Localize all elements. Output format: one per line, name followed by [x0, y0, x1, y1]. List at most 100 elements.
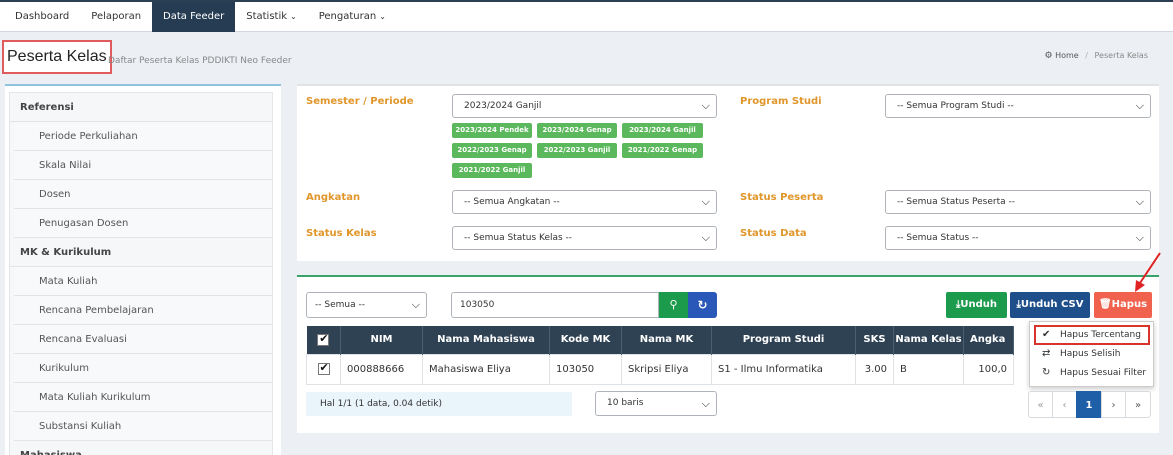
sidebar-item-mata-kuliah[interactable]: Mata Kuliah: [14, 267, 272, 296]
column-header[interactable]: Kode MK: [549, 326, 622, 354]
status-data-label: Status Data: [740, 228, 807, 239]
column-header[interactable]: Program Studi: [711, 326, 856, 354]
breadcrumb: ⚙ Home / Peserta Kelas: [1044, 51, 1148, 61]
search-button[interactable]: ⚲: [659, 292, 688, 318]
column-header[interactable]: Angka: [963, 326, 1014, 354]
check-icon: ✔: [319, 361, 329, 374]
menu-hapus-selisih-label: Hapus Selisih: [1060, 349, 1121, 359]
program-studi-value: -- Semua Program Studi --: [897, 101, 1014, 111]
nav-pelaporan[interactable]: Pelaporan: [80, 2, 152, 32]
chevron-down-icon: ⌵: [701, 195, 710, 208]
status-kelas-select[interactable]: -- Semua Status Kelas -- ⌵: [452, 226, 717, 250]
table-row[interactable]: ✔ 000888666 Mahasiswa Eliya 103050 Skrip…: [306, 353, 1014, 385]
breadcrumb-separator: /: [1085, 51, 1088, 60]
page-title: Peserta Kelas: [2, 40, 112, 74]
chip-semester[interactable]: 2022/2023 Genap: [452, 143, 532, 158]
menu-hapus-tercentang-label: Hapus Tercentang: [1060, 330, 1141, 340]
angkatan-select[interactable]: -- Semua Angkatan -- ⌵: [452, 190, 717, 214]
semester-select[interactable]: 2023/2024 Ganjil ⌵: [452, 94, 717, 118]
unduh-csv-button[interactable]: ⤓Unduh CSV: [1010, 292, 1090, 318]
check-icon: ✔: [1042, 329, 1051, 340]
search-input[interactable]: 103050: [451, 292, 659, 318]
column-header[interactable]: Nama Kelas: [893, 326, 964, 354]
next-page-button[interactable]: ›: [1101, 391, 1126, 418]
breadcrumb-home[interactable]: Home: [1055, 51, 1079, 60]
annotation-arrow: [1135, 252, 1161, 292]
cell-nama-kelas: B: [893, 353, 964, 385]
menu-hapus-selisih[interactable]: ⇄ Hapus Selisih: [1042, 345, 1120, 363]
unduh-button[interactable]: ⤓Unduh: [946, 292, 1007, 318]
chip-semester[interactable]: 2021/2022 Ganjil: [452, 163, 532, 178]
chip-semester[interactable]: 2021/2022 Genap: [622, 143, 703, 158]
first-page-button[interactable]: «: [1028, 391, 1053, 418]
last-page-button[interactable]: »: [1125, 391, 1151, 418]
column-header[interactable]: Nama Mahasiswa: [422, 326, 550, 354]
column-header[interactable]: Nama MK: [621, 326, 712, 354]
nav-pengaturan[interactable]: Pengaturan ⌄: [308, 2, 397, 32]
chip-semester[interactable]: 2023/2024 Pendek: [452, 123, 532, 138]
column-header[interactable]: NIM: [340, 326, 423, 354]
menu-hapus-sesuai-filter-label: Hapus Sesuai Filter: [1060, 368, 1147, 378]
angkatan-value: -- Semua Angkatan --: [464, 197, 560, 207]
status-kelas-value: -- Semua Status Kelas --: [464, 233, 573, 243]
sidebar-item-penugasan-dosen[interactable]: Penugasan Dosen: [14, 209, 272, 238]
status-peserta-select[interactable]: -- Semua Status Peserta -- ⌵: [885, 190, 1151, 214]
cell-program-studi: S1 - Ilmu Informatika: [711, 353, 856, 385]
check-icon: ✔: [319, 331, 329, 345]
chevron-down-icon: ⌵: [411, 298, 420, 311]
sidebar-item-rencana-evaluasi[interactable]: Rencana Evaluasi: [14, 325, 272, 354]
top-navbar: Dashboard Pelaporan Data Feeder Statisti…: [0, 0, 1173, 32]
column-header[interactable]: SKS: [855, 326, 894, 354]
search-icon: ⚲: [669, 298, 678, 311]
unduh-label: Unduh: [960, 299, 998, 310]
row-checkbox[interactable]: ✔: [317, 361, 330, 375]
per-page-select[interactable]: 10 baris ⌵: [595, 391, 717, 416]
program-studi-select[interactable]: -- Semua Program Studi -- ⌵: [885, 94, 1151, 118]
sidebar-group-mahasiswa[interactable]: Mahasiswa: [10, 441, 272, 455]
chip-semester[interactable]: 2022/2023 Ganjil: [537, 143, 617, 158]
cell-nim: 000888666: [340, 353, 423, 385]
row-select-cell[interactable]: ✔: [306, 353, 341, 385]
status-peserta-label: Status Peserta: [740, 192, 824, 203]
status-data-select[interactable]: -- Semua Status -- ⌵: [885, 226, 1151, 250]
sidebar-item-skala-nilai[interactable]: Skala Nilai: [14, 151, 272, 180]
chevron-down-icon: ⌵: [1135, 99, 1144, 112]
menu-hapus-sesuai-filter[interactable]: ↻ Hapus Sesuai Filter: [1042, 364, 1146, 382]
sidebar-item-dosen[interactable]: Dosen: [14, 180, 272, 209]
refresh-button[interactable]: ↻: [688, 292, 717, 318]
filter-panel: Semester / Periode 2023/2024 Ganjil ⌵ 202…: [297, 84, 1159, 261]
nav-statistik[interactable]: Statistik ⌄: [235, 2, 308, 32]
sidebar-group-mk-kurikulum[interactable]: MK & Kurikulum: [10, 238, 272, 267]
main-nav: Dashboard Pelaporan Data Feeder Statisti…: [4, 2, 397, 32]
sidebar-item-periode-perkuliahan[interactable]: Periode Perkuliahan: [14, 122, 272, 151]
sidebar-group-referensi[interactable]: Referensi: [10, 93, 272, 122]
dashboard-icon: ⚙: [1044, 51, 1053, 61]
nav-data-feeder[interactable]: Data Feeder: [152, 2, 236, 32]
chevron-down-icon: ⌄: [290, 12, 297, 21]
sidebar-item-substansi-kuliah[interactable]: Substansi Kuliah: [14, 412, 272, 441]
page-button-current[interactable]: 1: [1076, 391, 1102, 418]
page-subtitle: Daftar Peserta Kelas PDDIKTI Neo Feeder: [108, 56, 292, 66]
program-studi-label: Program Studi: [740, 96, 822, 107]
hapus-button[interactable]: 🗑Hapus: [1094, 292, 1152, 318]
chip-semester[interactable]: 2023/2024 Ganjil: [622, 123, 703, 138]
sidebar-item-mata-kuliah-kurikulum[interactable]: Mata Kuliah Kurikulum: [14, 383, 272, 412]
prev-page-button[interactable]: ‹: [1052, 391, 1077, 418]
trash-icon: 🗑: [1098, 299, 1112, 310]
sidebar-item-rencana-pembelajaran[interactable]: Rencana Pembelajaran: [14, 296, 272, 325]
sidebar-item-kurikulum[interactable]: Kurikulum: [14, 354, 272, 383]
menu-hapus-tercentang[interactable]: ✔ Hapus Tercentang: [1042, 326, 1141, 344]
select-all-header[interactable]: ✔: [306, 326, 341, 354]
scope-select-value: -- Semua --: [315, 300, 365, 310]
chevron-down-icon: ⌵: [701, 397, 710, 410]
nav-dashboard[interactable]: Dashboard: [4, 2, 80, 32]
exchange-icon: ⇄: [1042, 348, 1051, 359]
scope-select[interactable]: -- Semua -- ⌵: [306, 292, 427, 318]
chip-semester[interactable]: 2023/2024 Genap: [537, 123, 617, 138]
chevron-down-icon: ⌄: [379, 12, 386, 21]
select-all-checkbox[interactable]: ✔: [317, 331, 330, 346]
status-data-value: -- Semua Status --: [897, 233, 979, 243]
cell-kode-mk: 103050: [549, 353, 622, 385]
pagination-info: Hal 1/1 (1 data, 0.04 detik): [306, 392, 572, 416]
per-page-value: 10 baris: [607, 398, 644, 408]
